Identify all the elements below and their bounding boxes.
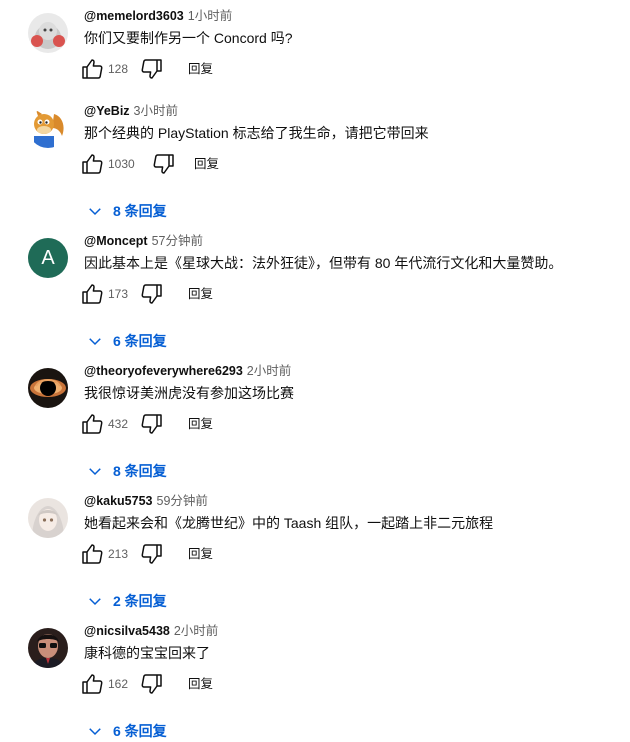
thumbs-up-icon xyxy=(82,414,103,434)
like-count: 162 xyxy=(108,677,129,691)
like-count: 1030 xyxy=(108,157,135,171)
like-count: 432 xyxy=(108,417,129,431)
author-name[interactable]: @nicsilva5438 xyxy=(84,624,170,638)
author-name[interactable]: @kaku5753 xyxy=(84,494,153,508)
thumbs-up-icon xyxy=(82,544,103,564)
comment-text: 你们又要制作另一个 Concord 吗? xyxy=(84,30,293,46)
comment-time[interactable]: 59分钟前 xyxy=(157,494,208,508)
replies-count: 8 条回复 xyxy=(113,203,167,219)
view-replies-button[interactable]: 6 条回复 xyxy=(86,721,167,741)
avatar[interactable] xyxy=(28,498,68,538)
dislike-button[interactable] xyxy=(140,412,164,436)
reply-button[interactable]: 回复 xyxy=(188,60,213,78)
chevron-down-icon xyxy=(89,728,101,736)
black-hole-avatar-icon xyxy=(28,368,68,408)
replies-count: 8 条回复 xyxy=(113,463,167,479)
thumbs-up-icon xyxy=(82,284,103,304)
like-button[interactable] xyxy=(80,152,104,176)
like-count: 173 xyxy=(108,287,129,301)
comment-text: 她看起来会和《龙腾世纪》中的 Taash 组队，一起踏上非二元旅程 xyxy=(84,515,494,531)
comment-actions: 162 回复 xyxy=(80,672,380,696)
comment-time[interactable]: 2小时前 xyxy=(247,364,291,378)
comment-text: 康科德的宝宝回来了 xyxy=(84,645,210,661)
author-name[interactable]: @Moncept xyxy=(84,234,148,248)
reply-button[interactable]: 回复 xyxy=(188,545,213,563)
avatar[interactable]: A xyxy=(28,238,68,278)
thumbs-down-icon xyxy=(141,59,162,79)
dislike-button[interactable] xyxy=(140,542,164,566)
thumbs-down-icon xyxy=(153,154,174,174)
thumbs-up-icon xyxy=(82,674,103,694)
view-replies-button[interactable]: 2 条回复 xyxy=(86,591,167,611)
avatar-letter: A xyxy=(41,246,55,269)
reply-button[interactable]: 回复 xyxy=(188,285,213,303)
anime-girl-avatar-icon xyxy=(28,498,68,538)
dislike-button[interactable] xyxy=(140,672,164,696)
comment-actions: 213 回复 xyxy=(80,542,380,566)
chevron-down-icon xyxy=(89,598,101,606)
reply-button[interactable]: 回复 xyxy=(194,155,219,173)
thumbs-up-icon xyxy=(82,154,103,174)
thumbs-down-icon xyxy=(141,414,162,434)
author-name[interactable]: @memelord3603 xyxy=(84,9,184,23)
comment-actions: 432 回复 xyxy=(80,412,380,436)
comment-time[interactable]: 3小时前 xyxy=(134,104,178,118)
like-count: 213 xyxy=(108,547,129,561)
grey-creature-avatar-icon xyxy=(28,13,68,53)
comment-header: @Moncept 57分钟前 xyxy=(84,232,203,250)
thumbs-down-icon xyxy=(141,284,162,304)
like-button[interactable] xyxy=(80,542,104,566)
comment-actions: 173 回复 xyxy=(80,282,380,306)
squirrel-avatar-icon xyxy=(28,108,68,148)
replies-count: 6 条回复 xyxy=(113,723,167,739)
comment-header: @kaku5753 59分钟前 xyxy=(84,492,208,510)
comment-time[interactable]: 1小时前 xyxy=(188,9,232,23)
comment-actions: 1030 回复 xyxy=(80,152,380,176)
comment-header: @theoryofeverywhere6293 2小时前 xyxy=(84,362,291,380)
like-button[interactable] xyxy=(80,672,104,696)
comment-text: 那个经典的 PlayStation 标志给了我生命，请把它带回来 xyxy=(84,125,429,141)
comment-header: @nicsilva5438 2小时前 xyxy=(84,622,218,640)
replies-count: 6 条回复 xyxy=(113,333,167,349)
comment-header: @memelord3603 1小时前 xyxy=(84,7,232,25)
view-replies-button[interactable]: 8 条回复 xyxy=(86,461,167,481)
thumbs-up-icon xyxy=(82,59,103,79)
avatar[interactable] xyxy=(28,108,68,148)
view-replies-button[interactable]: 6 条回复 xyxy=(86,331,167,351)
view-replies-button[interactable]: 8 条回复 xyxy=(86,201,167,221)
like-button[interactable] xyxy=(80,57,104,81)
comment-header: @YeBiz 3小时前 xyxy=(84,102,178,120)
chevron-down-icon xyxy=(89,468,101,476)
avatar[interactable] xyxy=(28,13,68,53)
author-name[interactable]: @theoryofeverywhere6293 xyxy=(84,364,243,378)
author-name[interactable]: @YeBiz xyxy=(84,104,130,118)
thumbs-down-icon xyxy=(141,544,162,564)
avatar[interactable] xyxy=(28,628,68,668)
reply-button[interactable]: 回复 xyxy=(188,415,213,433)
avatar[interactable] xyxy=(28,368,68,408)
like-button[interactable] xyxy=(80,412,104,436)
like-button[interactable] xyxy=(80,282,104,306)
chevron-down-icon xyxy=(89,208,101,216)
comment-time[interactable]: 57分钟前 xyxy=(152,234,203,248)
dislike-button[interactable] xyxy=(140,282,164,306)
like-count: 128 xyxy=(108,62,129,76)
dislike-button[interactable] xyxy=(152,152,176,176)
replies-count: 2 条回复 xyxy=(113,593,167,609)
dislike-button[interactable] xyxy=(140,57,164,81)
comment-text: 因此基本上是《星球大战：法外狂徒》，但带有 80 年代流行文化和大量赞助。 xyxy=(84,255,563,271)
chevron-down-icon xyxy=(89,338,101,346)
reply-button[interactable]: 回复 xyxy=(188,675,213,693)
comment-text: 我很惊讶美洲虎没有参加这场比赛 xyxy=(84,385,294,401)
comment-actions: 128 回复 xyxy=(80,57,380,81)
thumbs-down-icon xyxy=(141,674,162,694)
man-glasses-avatar-icon xyxy=(28,628,68,668)
comment-time[interactable]: 2小时前 xyxy=(174,624,218,638)
